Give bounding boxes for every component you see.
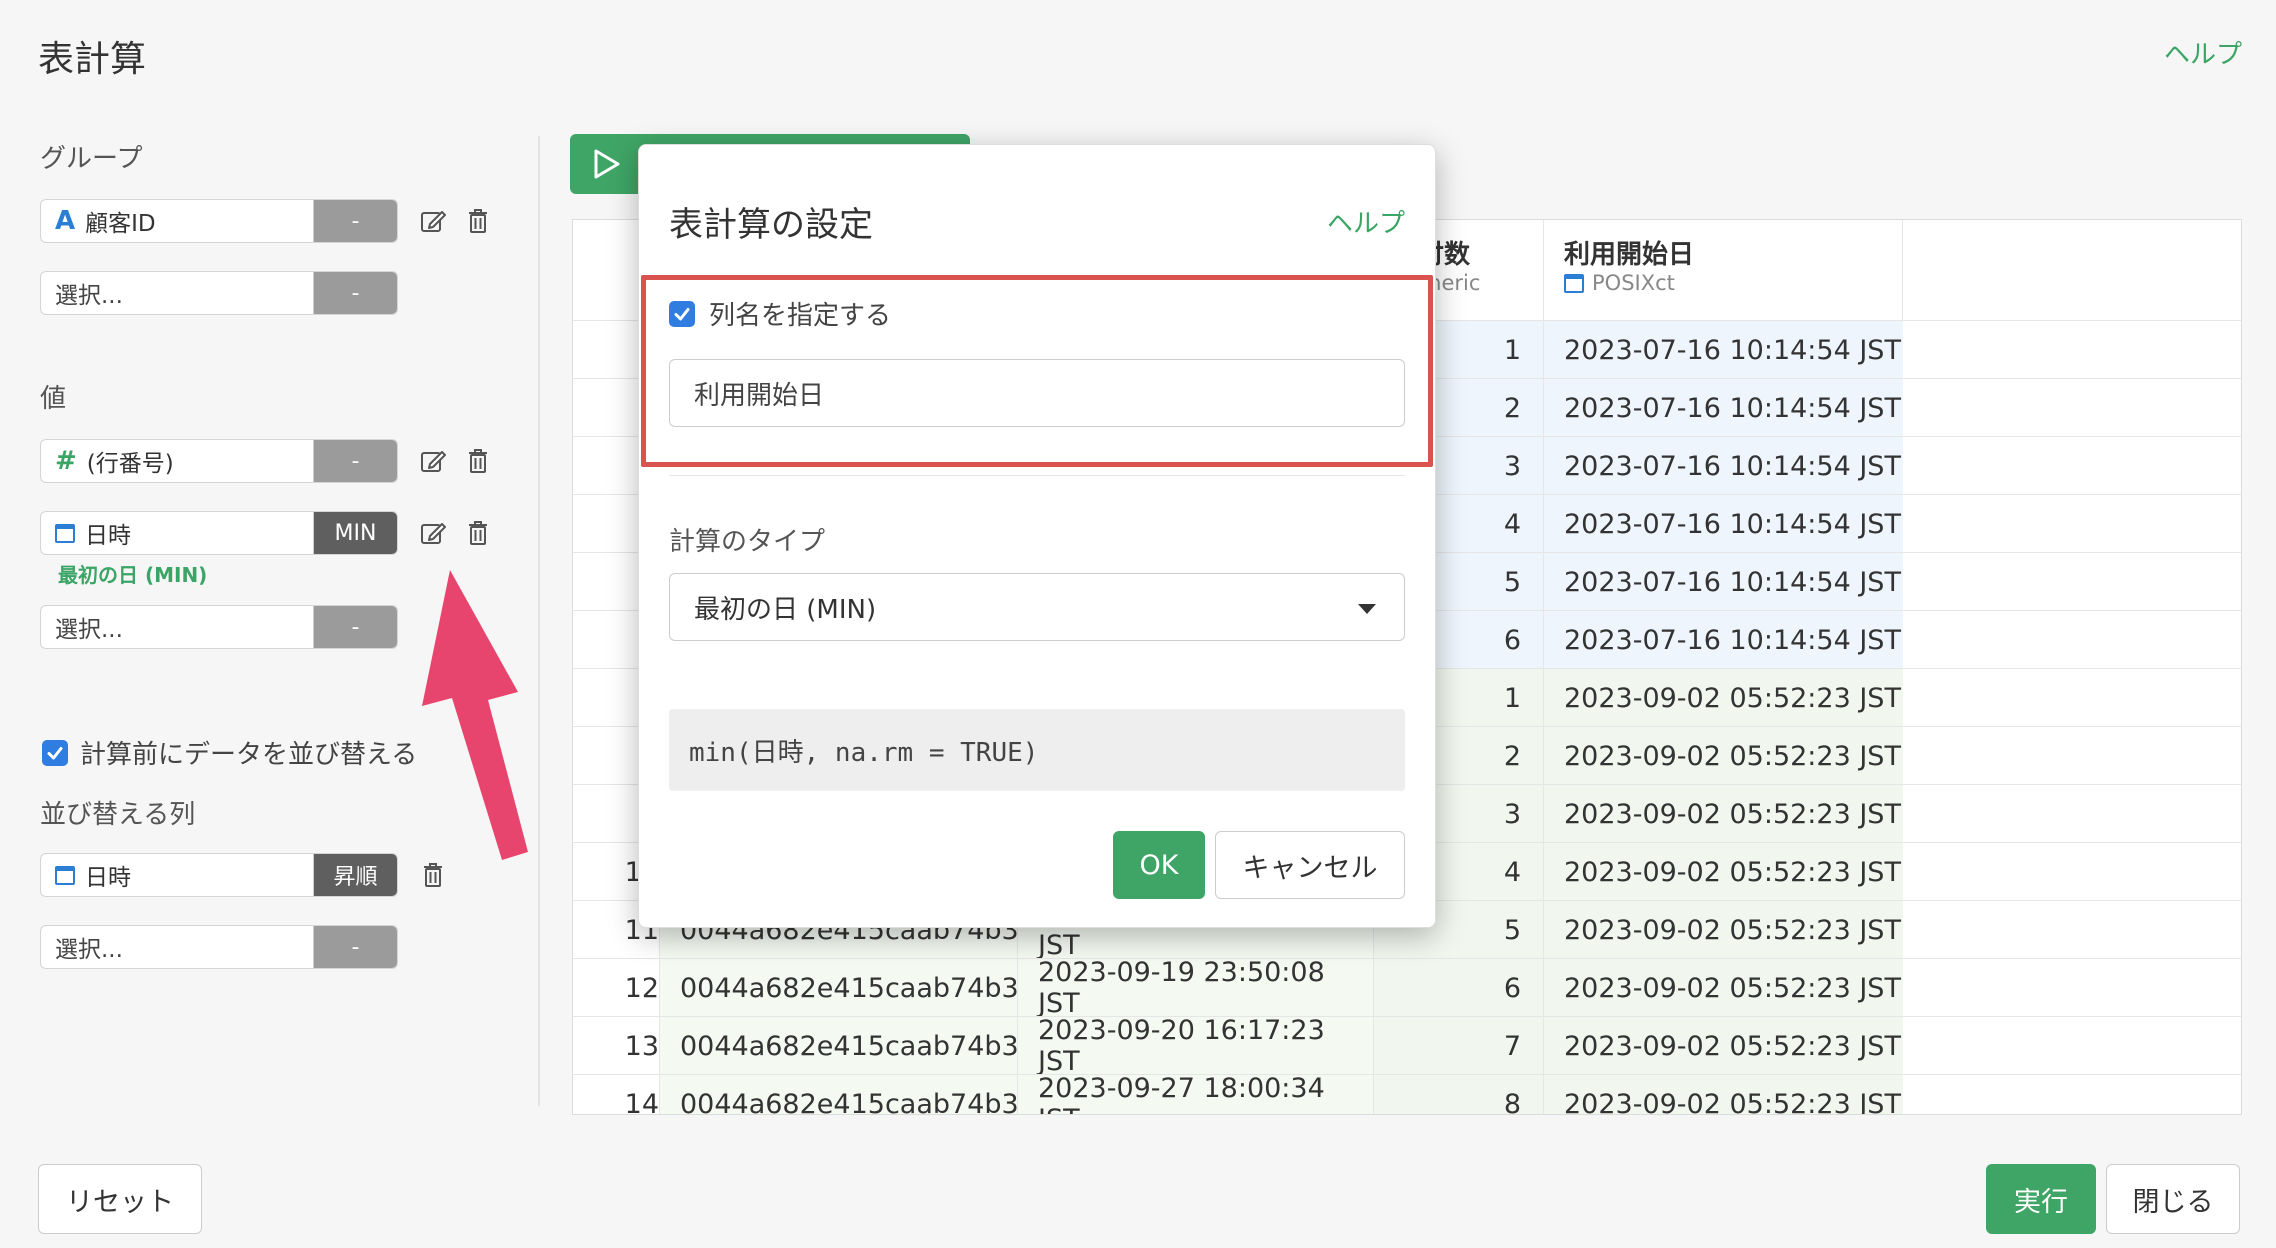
ok-button[interactable]: OK [1113,831,1205,899]
cell-start-date: 2023-09-02 05:52:23 JST [1543,959,1903,1017]
annotation-arrow [422,570,528,860]
value-section-label: 値 [40,384,67,414]
field-name: (行番号) [86,451,174,477]
divider [669,475,1405,476]
dialog-help-link[interactable]: ヘルプ [1327,203,1405,240]
agg-dropdown[interactable]: MIN [314,512,397,554]
column-type: POSIXct [1592,271,1675,295]
cell-start-date: 2023-09-02 05:52:23 JST [1543,843,1903,901]
close-button[interactable]: 閉じる [2106,1164,2240,1234]
caret-down-icon [1358,604,1376,614]
cell-customer-id: 0044a682e415caab74b3 [659,1075,1019,1114]
field-placeholder: 選択... [55,617,123,643]
trash-icon[interactable] [463,206,493,236]
cell-start-date: 2023-07-16 10:14:54 JST [1543,321,1903,379]
page-title: 表計算 [38,39,147,80]
colname-checkbox-label: 列名を指定する [709,301,892,331]
colname-option[interactable]: 列名を指定する [669,295,891,332]
cell-start-date: 2023-07-16 10:14:54 JST [1543,437,1903,495]
cell-start-date: 2023-09-02 05:52:23 JST [1543,727,1903,785]
table-row: 12 0044a682e415caab74b3 2023-09-19 23:50:0… [573,957,2241,1019]
cell-customer-id: 0044a682e415caab74b3 [659,1017,1019,1075]
edit-icon[interactable] [418,446,448,476]
group-field-select[interactable]: 選択... - [40,271,398,315]
help-link[interactable]: ヘルプ [2164,34,2242,71]
field-name: 日時 [85,523,131,549]
cell-start-date: 2023-09-02 05:52:23 JST [1543,669,1903,727]
text-type-icon: A [55,206,76,236]
row-index: 14 [624,1088,659,1115]
value-field-datetime[interactable]: 日時 MIN [40,511,398,555]
cell-start-date: 2023-09-02 05:52:23 JST [1543,785,1903,843]
field-placeholder: 選択... [55,283,123,309]
row-index: 12 [624,972,659,1004]
cell-send-count: 8 [1373,1075,1543,1114]
sort-field-select[interactable]: 選択... - [40,925,398,969]
dialog-title: 表計算の設定 [669,205,873,245]
date-type-icon [55,523,75,543]
agg-dropdown[interactable]: - [314,200,397,242]
cell-send-count: 6 [1373,959,1543,1017]
sort-order-dropdown[interactable]: 昇順 [314,854,397,896]
column-name: 利用開始日 [1564,240,1695,270]
field-name: 日時 [85,865,131,891]
cell-start-date: 2023-07-16 10:14:54 JST [1543,611,1903,669]
trash-icon[interactable] [418,860,448,890]
colname-input[interactable]: 利用開始日 [669,359,1405,427]
edit-icon[interactable] [418,206,448,236]
group-section-label: グループ [40,144,143,174]
calc-type-select[interactable]: 最初の日 (MIN) [669,573,1405,641]
panel-divider [538,136,540,1106]
agg-dropdown[interactable]: - [314,272,397,314]
cell-start-date: 2023-07-16 10:14:54 JST [1543,495,1903,553]
sort-checkbox-label: 計算前にデータを並び替える [80,740,418,770]
trash-icon[interactable] [463,518,493,548]
cell-datetime: 2023-09-27 18:00:34 JST [1017,1073,1373,1114]
cell-start-date: 2023-07-16 10:14:54 JST [1543,379,1903,437]
sort-checkbox[interactable] [42,739,68,766]
cell-start-date: 2023-09-02 05:52:23 JST [1543,1075,1903,1114]
value-field-row-number[interactable]: # (行番号) - [40,439,398,483]
calc-type-caption: 最初の日 (MIN) [58,563,208,587]
table-row: 14 0044a682e415caab74b3 2023-09-27 18:00:3… [573,1073,2241,1115]
table-calc-settings-dialog: 表計算の設定 ヘルプ 列名を指定する 利用開始日 計算のタイプ 最初の日 (MI… [638,144,1436,928]
group-field-customer-id[interactable]: A 顧客ID - [40,199,398,243]
date-type-icon [1564,273,1584,293]
trash-icon[interactable] [463,446,493,476]
calc-type-value: 最初の日 (MIN) [694,594,877,625]
agg-dropdown[interactable]: - [314,440,397,482]
play-icon [594,149,620,179]
calc-type-label: 計算のタイプ [669,527,826,557]
run-button[interactable]: 実行 [1986,1164,2096,1234]
field-placeholder: 選択... [55,937,123,963]
cell-start-date: 2023-07-16 10:14:54 JST [1543,553,1903,611]
cell-start-date: 2023-09-02 05:52:23 JST [1543,1017,1903,1075]
cell-send-count: 7 [1373,1017,1543,1075]
generated-code: min(日時, na.rm = TRUE) [669,709,1405,791]
sort-section-label: 並び替える列 [40,800,196,830]
row-index: 13 [624,1030,659,1062]
cell-customer-id: 0044a682e415caab74b3 [659,959,1019,1017]
field-name: 顧客ID [85,211,156,237]
date-type-icon [55,865,75,885]
table-row: 13 0044a682e415caab74b3 2023-09-20 16:17:2… [573,1015,2241,1077]
cell-datetime: 2023-09-19 23:50:08 JST [1017,957,1373,1019]
cell-start-date: 2023-09-02 05:52:23 JST [1543,901,1903,959]
reset-button[interactable]: リセット [38,1164,202,1234]
edit-icon[interactable] [418,518,448,548]
numeric-type-icon: # [55,446,77,476]
agg-dropdown[interactable]: - [314,926,397,968]
sort-field-datetime[interactable]: 日時 昇順 [40,853,398,897]
cancel-button[interactable]: キャンセル [1215,831,1405,899]
sort-before-calc-option[interactable]: 計算前にデータを並び替える [42,734,417,771]
agg-dropdown[interactable]: - [314,606,397,648]
column-header-start-date[interactable]: 利用開始日 POSIXct [1543,220,1903,320]
cell-datetime: 2023-09-20 16:17:23 JST [1017,1015,1373,1077]
value-field-select[interactable]: 選択... - [40,605,398,649]
colname-checkbox[interactable] [669,300,695,327]
